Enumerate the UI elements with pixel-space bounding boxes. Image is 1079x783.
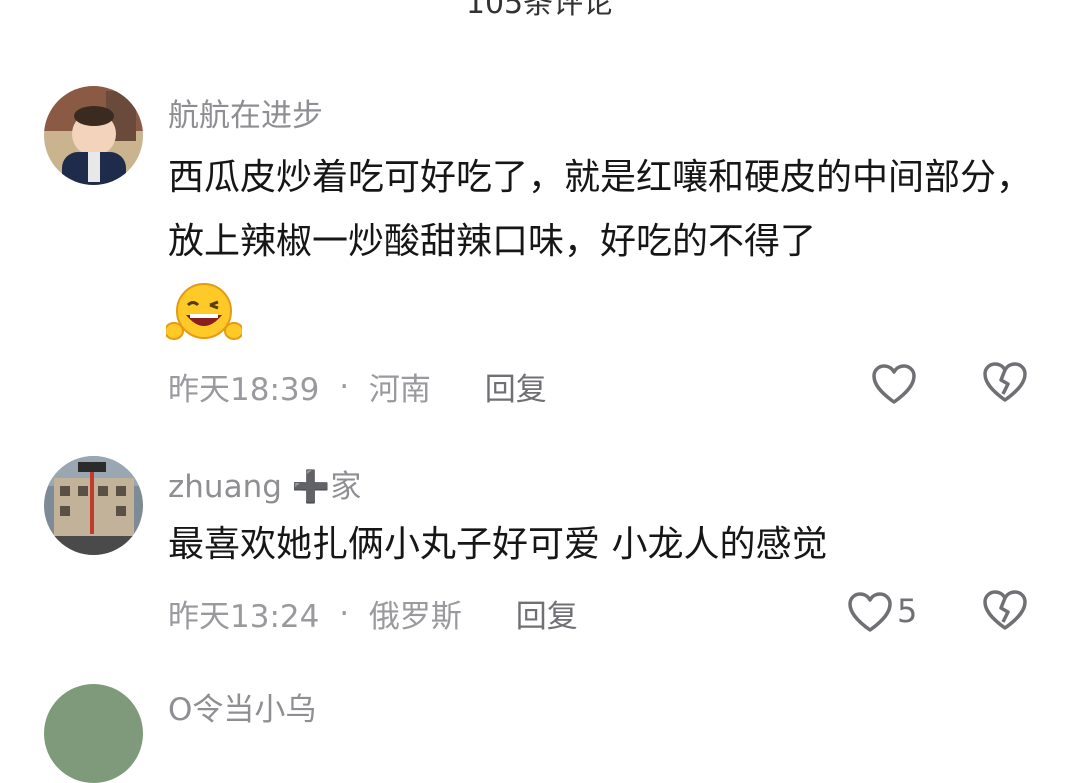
meta-separator: ·: [339, 595, 350, 632]
reply-button[interactable]: 回复: [516, 591, 578, 636]
comment-time: 昨天13:24: [168, 599, 320, 635]
comment-meta: 昨天18:39 · 河南 回复: [168, 364, 547, 409]
comment-text: 西瓜皮炒着吃可好吃了，就是红嚷和硬皮的中间部分，放上辣椒一炒酸甜辣口味，好吃的不…: [168, 157, 1033, 262]
avatar[interactable]: [44, 684, 143, 783]
heart-outline-icon: [872, 364, 916, 404]
comment-location: 俄罗斯: [368, 599, 462, 635]
username[interactable]: 航航在进步: [168, 90, 323, 135]
comment-text: 最喜欢她扎俩小丸子好可爱 小龙人的感觉: [168, 524, 828, 565]
meta-separator: ·: [339, 368, 350, 405]
comment-meta: 昨天13:24 · 俄罗斯 回复: [168, 591, 578, 636]
dislike-button[interactable]: [981, 588, 1029, 636]
avatar[interactable]: [44, 86, 143, 185]
like-count: 5: [897, 592, 918, 630]
grinning-wink-emoji: [164, 281, 244, 343]
broken-heart-icon: [983, 362, 1027, 402]
comments-count-title: 105条评论: [465, 0, 614, 21]
comment-location: 河南: [368, 372, 431, 408]
comment-time: 昨天18:39: [168, 372, 320, 408]
like-button[interactable]: [846, 588, 894, 636]
avatar[interactable]: [44, 456, 143, 555]
like-button[interactable]: [870, 360, 918, 408]
dislike-button[interactable]: [981, 360, 1029, 408]
reply-button[interactable]: 回复: [485, 364, 547, 409]
heart-outline-icon: [848, 592, 892, 632]
username[interactable]: zhuang ➕家: [168, 461, 361, 506]
username[interactable]: O令当小乌: [168, 684, 316, 729]
broken-heart-icon: [983, 590, 1027, 630]
